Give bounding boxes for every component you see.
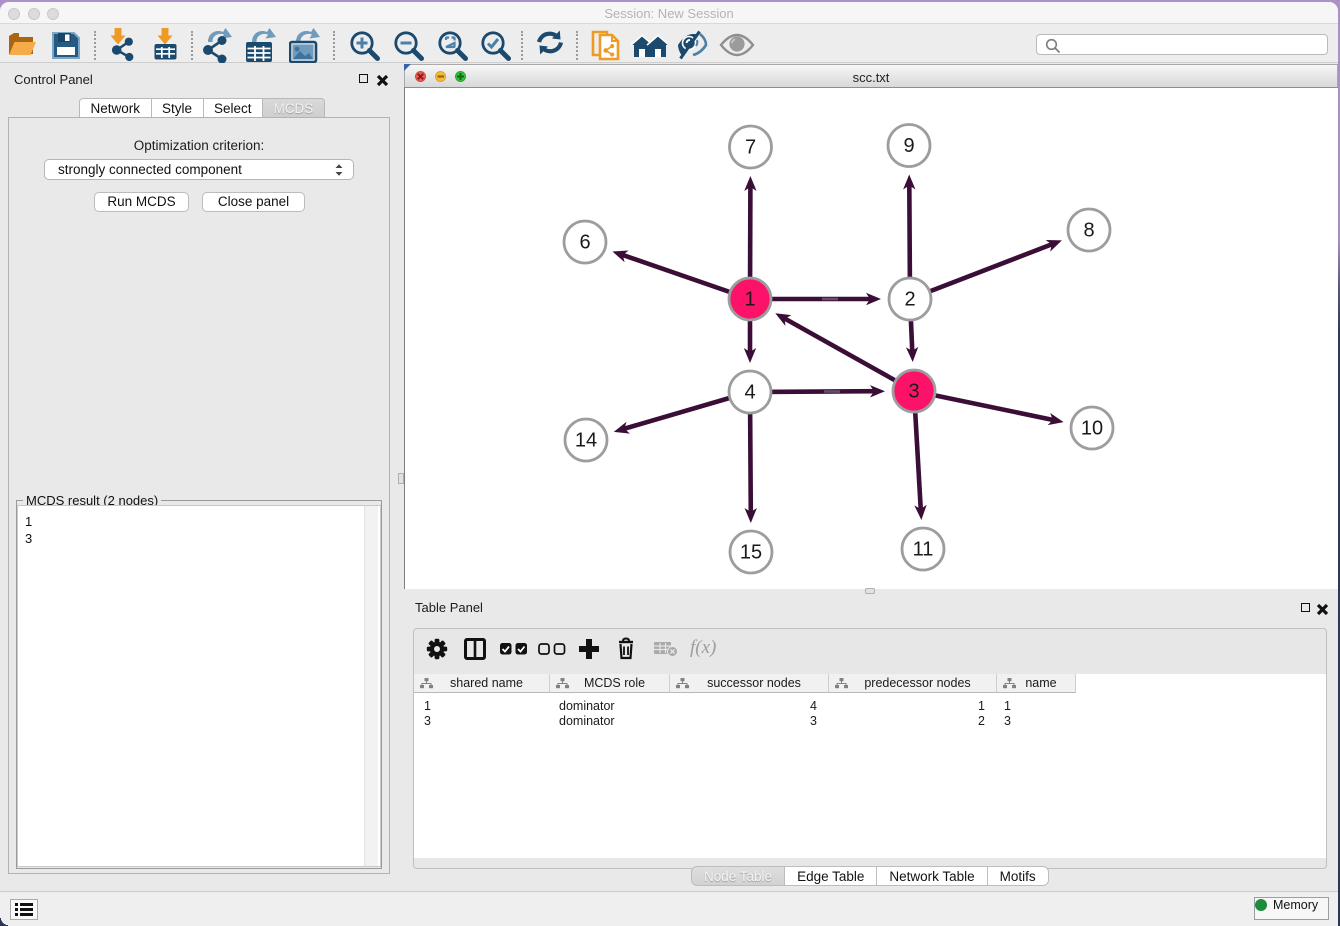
svg-text:10: 10	[1081, 418, 1103, 440]
svg-text:7: 7	[745, 137, 756, 159]
svg-text:1: 1	[744, 289, 755, 311]
svg-text:3: 3	[908, 381, 919, 403]
svg-text:9: 9	[903, 135, 914, 157]
svg-text:14: 14	[575, 430, 597, 452]
svg-text:6: 6	[579, 232, 590, 254]
svg-text:11: 11	[913, 539, 934, 561]
svg-text:15: 15	[740, 542, 762, 564]
svg-text:2: 2	[904, 289, 915, 311]
svg-text:4: 4	[744, 382, 755, 404]
svg-text:8: 8	[1083, 220, 1094, 242]
